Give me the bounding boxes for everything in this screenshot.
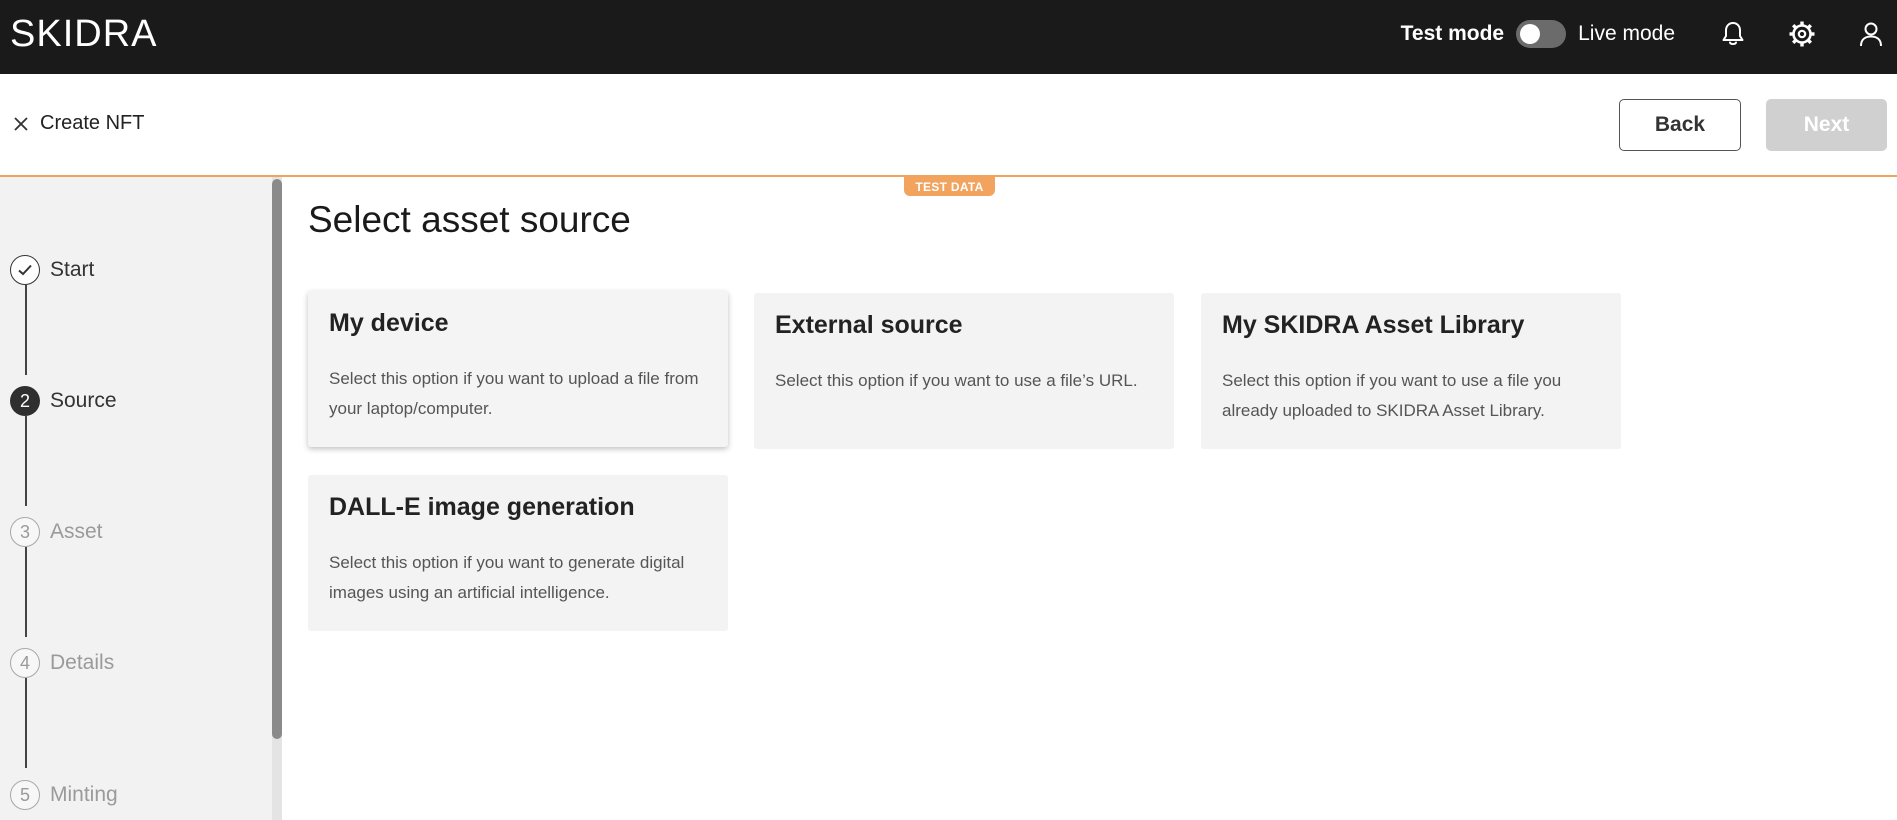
step-details[interactable]: 4 Details — [10, 648, 114, 678]
toggle-knob — [1520, 24, 1541, 44]
card-description: Select this option if you want to use a … — [1222, 371, 1562, 420]
user-icon[interactable] — [1855, 18, 1887, 50]
step-label-source: Source — [50, 389, 117, 412]
step-label-details: Details — [50, 651, 115, 674]
step-number: 3 — [10, 517, 40, 547]
live-mode-label: Live mode — [1578, 22, 1675, 45]
step-number: 5 — [10, 780, 40, 810]
top-bar: SKIDRA Test mode Live mode — [0, 0, 1897, 74]
create-nft-title: Create NFT — [40, 112, 145, 134]
step-connector — [25, 547, 27, 637]
mode-switch-group: Test mode Live mode — [1401, 18, 1675, 50]
source-card-asset-library[interactable]: My SKIDRA Asset Library Select this opti… — [1201, 293, 1621, 449]
card-description: Select this option if you want to upload… — [329, 369, 699, 418]
next-button[interactable]: Next — [1766, 99, 1887, 151]
step-asset[interactable]: 3 Asset — [10, 517, 103, 547]
card-description: Select this option if you want to genera… — [329, 553, 685, 602]
close-icon[interactable] — [12, 115, 30, 133]
step-connector — [25, 285, 27, 375]
step-connector — [25, 678, 27, 768]
step-minting[interactable]: 5 Minting — [10, 780, 118, 810]
bell-icon[interactable] — [1717, 18, 1749, 50]
sub-header — [0, 74, 1897, 177]
step-connector — [25, 416, 27, 506]
mode-toggle[interactable] — [1516, 20, 1567, 48]
step-source[interactable]: 2 Source — [10, 386, 117, 416]
step-label-minting: Minting — [50, 783, 118, 806]
source-card-external[interactable]: External source Select this option if yo… — [754, 293, 1174, 449]
step-start[interactable]: Start — [10, 255, 94, 285]
test-mode-label: Test mode — [1400, 22, 1505, 45]
source-card-my-device[interactable]: My device Select this option if you want… — [308, 291, 728, 447]
card-title: DALL-E image generation — [329, 493, 635, 521]
skidra-logo[interactable]: SKIDRA — [10, 14, 200, 50]
source-card-dalle[interactable]: DALL-E image generation Select this opti… — [308, 475, 728, 631]
step-label-start: Start — [50, 258, 95, 281]
scrollbar-thumb[interactable] — [272, 179, 282, 739]
step-number: 2 — [10, 386, 40, 416]
check-icon — [10, 255, 40, 285]
logo-text: SKIDRA — [10, 14, 157, 50]
card-description: Select this option if you want to use a … — [775, 371, 1138, 390]
page-title: Select asset source — [308, 199, 631, 240]
card-title: My SKIDRA Asset Library — [1222, 311, 1525, 339]
step-label-asset: Asset — [50, 520, 103, 543]
gear-icon[interactable] — [1786, 18, 1818, 50]
card-title: External source — [775, 311, 963, 339]
card-title: My device — [329, 309, 449, 337]
test-data-badge: TEST DATA — [904, 177, 995, 196]
close-create-nft[interactable]: Create NFT — [12, 112, 144, 135]
back-button[interactable]: Back — [1619, 99, 1741, 151]
step-number: 4 — [10, 648, 40, 678]
